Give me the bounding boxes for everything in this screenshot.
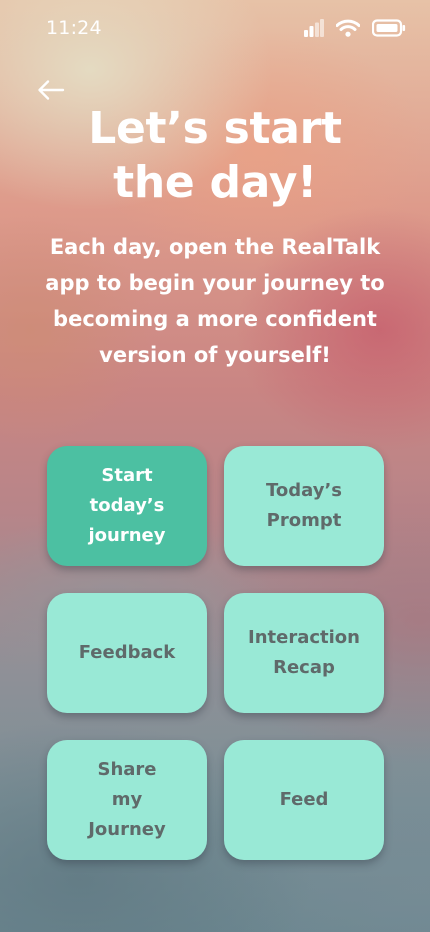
todays-prompt-button[interactable]: Today’s Prompt xyxy=(224,446,384,566)
share-my-journey-button[interactable]: Share my Journey xyxy=(47,740,207,860)
status-time: 11:24 xyxy=(46,17,102,39)
tile-label-line: Feed xyxy=(279,789,329,810)
feed-button[interactable]: Feed xyxy=(224,740,384,860)
tile-label-line: journey xyxy=(88,525,166,546)
page-title: Let’s start the day! xyxy=(0,102,430,210)
page-title-line-1: Let’s start xyxy=(88,103,342,154)
arrow-left-icon xyxy=(38,80,65,100)
battery-icon xyxy=(371,19,406,41)
tile-label-line: Feedback xyxy=(78,642,176,663)
status-icons xyxy=(304,19,406,41)
page-title-line-2: the day! xyxy=(113,157,317,208)
start-day-screen: 11:24 Let’s start the day! Each day, ope… xyxy=(0,0,430,932)
tile-label-line: today’s xyxy=(89,495,165,516)
tile-label-line: Prompt xyxy=(266,510,342,531)
wifi-icon xyxy=(335,19,361,41)
tile-label-line: Interaction xyxy=(248,627,360,648)
interaction-recap-button[interactable]: Interaction Recap xyxy=(224,593,384,713)
tile-label-line: my xyxy=(111,789,143,810)
tile-label-line: Today’s xyxy=(265,480,343,501)
feedback-button[interactable]: Feedback xyxy=(47,593,207,713)
cellular-signal-icon xyxy=(304,19,324,41)
tile-label-line: Start xyxy=(101,465,153,486)
status-bar: 11:24 xyxy=(0,0,430,58)
page-subtitle: Each day, open the RealTalk app to begin… xyxy=(45,235,385,367)
start-todays-journey-button[interactable]: Start today’s journey xyxy=(47,446,207,566)
tile-label-line: Recap xyxy=(273,657,335,678)
tile-label-line: Share xyxy=(97,759,157,780)
tile-label-line: Journey xyxy=(88,819,166,840)
